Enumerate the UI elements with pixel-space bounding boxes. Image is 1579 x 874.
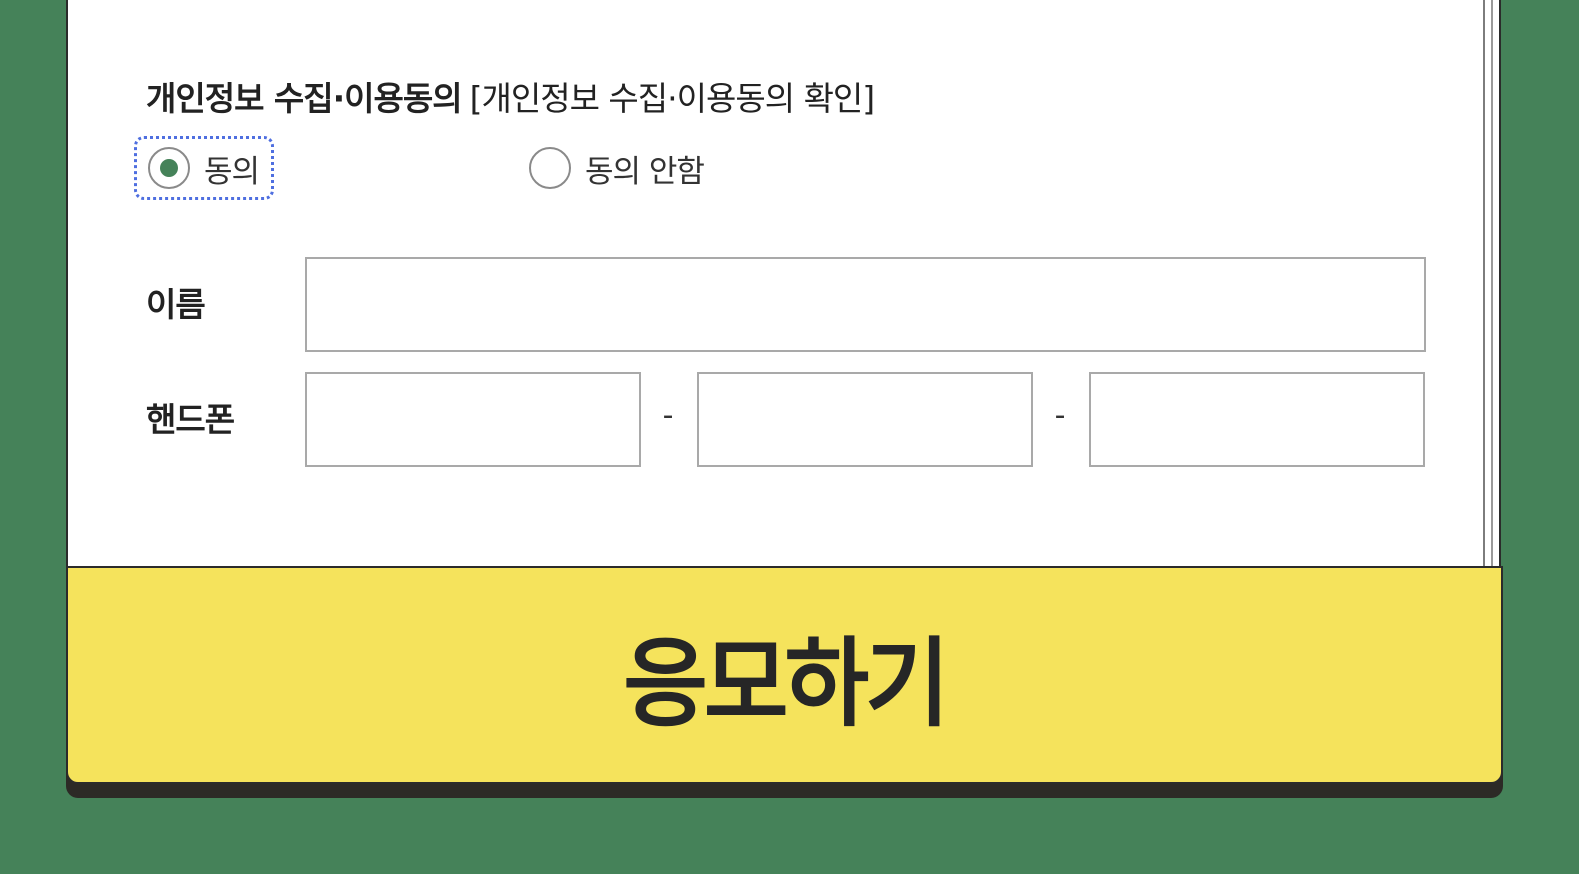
consent-disagree-label[interactable]: 동의 안함 [585, 146, 705, 191]
phone-separator: - [1054, 398, 1066, 433]
phone-input-middle[interactable] [697, 372, 1033, 467]
card-edge-line [1483, 0, 1485, 568]
radio-checked-icon[interactable] [148, 147, 190, 189]
phone-input-first[interactable] [305, 372, 641, 467]
form-card: 개인정보 수집·이용동의 [개인정보 수집·이용동의 확인] 동의 동의 안함 이… [66, 0, 1501, 568]
submit-button-label[interactable]: 응모하기 [623, 605, 950, 745]
name-label: 이름 [146, 285, 206, 324]
radio-dot-icon [160, 159, 178, 177]
phone-separator: - [662, 398, 674, 433]
card-edge-line [1491, 0, 1493, 568]
phone-label: 핸드폰 [146, 400, 235, 439]
consent-title-sub: [개인정보 수집·이용동의 확인] [469, 79, 876, 118]
consent-title-main: 개인정보 수집·이용동의 [146, 79, 463, 118]
radio-unchecked-icon[interactable] [529, 147, 571, 189]
consent-disagree-radio[interactable]: 동의 안함 [529, 136, 705, 200]
name-input[interactable] [305, 257, 1426, 352]
submit-button[interactable]: 응모하기 [66, 566, 1503, 784]
consent-agree-label[interactable]: 동의 [204, 146, 260, 191]
consent-agree-radio[interactable]: 동의 [134, 136, 274, 200]
phone-input-last[interactable] [1089, 372, 1425, 467]
consent-title: 개인정보 수집·이용동의 [개인정보 수집·이용동의 확인] [146, 72, 876, 120]
